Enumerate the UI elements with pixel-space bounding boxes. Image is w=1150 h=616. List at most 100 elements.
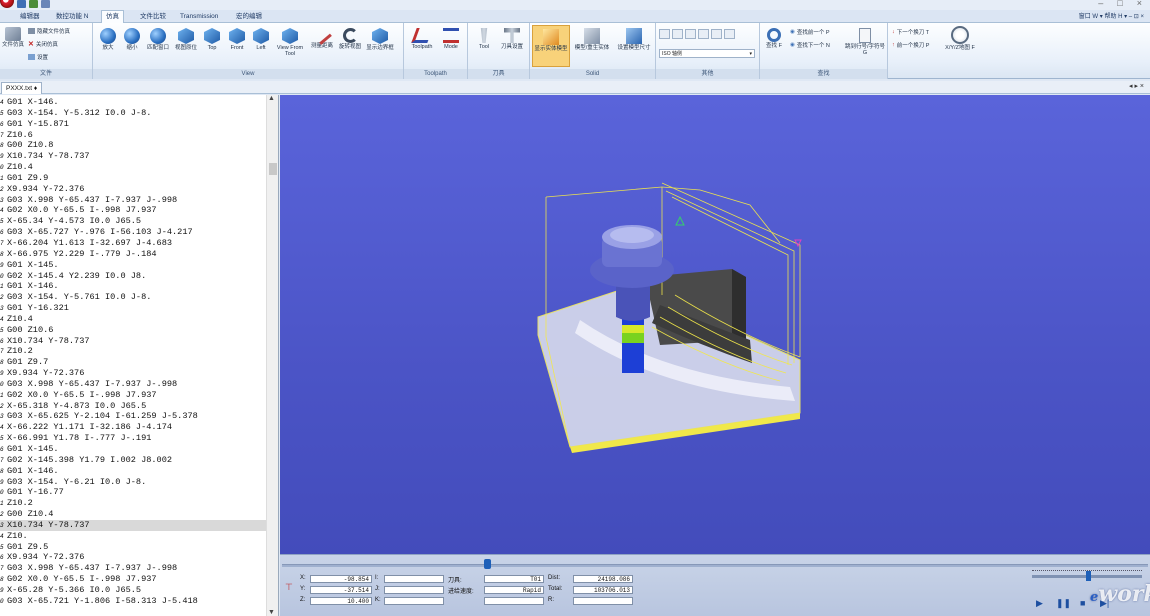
code-line[interactable]: 7 Z10.2: [0, 346, 266, 357]
view-left-button[interactable]: Left: [251, 28, 271, 51]
close-simulation-button[interactable]: ✕ 关闭仿真: [28, 40, 58, 48]
code-line[interactable]: 9 X9.934 Y-72.376: [0, 368, 266, 379]
measure-distance-button[interactable]: 测量距离: [309, 25, 335, 49]
code-line[interactable]: 5 X-65.34 Y-4.573 I0.0 J65.5: [0, 216, 266, 227]
code-line[interactable]: 6 X10.734 Y-78.737: [0, 336, 266, 347]
code-line[interactable]: 8 G00 Z10.8: [0, 140, 266, 151]
reset-view-button[interactable]: 视图原位: [173, 28, 199, 51]
code-line[interactable]: 5 X-66.991 Y1.78 I-.777 J-.191: [0, 433, 266, 444]
find-next-button[interactable]: ◉ 查找下一个 N: [790, 41, 830, 49]
code-line[interactable]: 4 X-66.222 Y1.171 I-32.186 J-4.174: [0, 422, 266, 433]
code-line[interactable]: 4 G01 X-146.: [0, 97, 266, 108]
scrollbar-thumb[interactable]: [269, 163, 277, 175]
simulation-progress-thumb[interactable]: [484, 559, 491, 569]
code-line[interactable]: 0 G01 Y-16.77: [0, 487, 266, 498]
code-line[interactable]: 1 G01 Z9.9: [0, 173, 266, 184]
code-line[interactable]: 3 G03 X-65.625 Y-2.104 I-61.259 J-5.378: [0, 411, 266, 422]
toggle-2-icon[interactable]: [672, 29, 683, 39]
code-line[interactable]: 9 X10.734 Y-78.737: [0, 151, 266, 162]
code-line[interactable]: 8 G02 X0.0 Y-65.5 I-.998 J7.937: [0, 574, 266, 585]
code-line[interactable]: 8 X-66.975 Y2.229 I-.779 J-.184: [0, 249, 266, 260]
code-line[interactable]: 2 G03 X-154. Y-5.761 I0.0 J-8.: [0, 292, 266, 303]
fit-window-button[interactable]: 匹配窗口: [145, 28, 171, 51]
settings-button[interactable]: 设置: [28, 53, 48, 61]
code-line[interactable]: 0 G03 X.998 Y-65.437 I-7.937 J-.998: [0, 379, 266, 390]
code-line[interactable]: 6 G01 Y-15.871: [0, 119, 266, 130]
code-line[interactable]: 0 Z10.4: [0, 162, 266, 173]
code-line[interactable]: 2 G00 Z10.4: [0, 509, 266, 520]
code-line[interactable]: 3 G03 X.998 Y-65.437 I-7.937 J-.998: [0, 195, 266, 206]
maximize-button[interactable]: □: [1117, 0, 1122, 8]
close-button[interactable]: ×: [1137, 0, 1142, 8]
show-solid-model-button[interactable]: 显示实体模型: [532, 25, 570, 67]
tab-controls[interactable]: ◂ ▸ ×: [1129, 82, 1144, 90]
pin-icon[interactable]: ♦: [34, 85, 37, 92]
show-bounding-box-button[interactable]: 显示边界框: [365, 28, 395, 51]
zoom-in-button[interactable]: 放大: [97, 28, 119, 51]
xyz-map-button[interactable]: X/Y/Z地图 F: [944, 26, 976, 51]
toggle-3-icon[interactable]: [685, 29, 696, 39]
scroll-up-icon[interactable]: ▲: [268, 95, 275, 102]
code-line[interactable]: 5 G00 Z10.6: [0, 325, 266, 336]
code-line[interactable]: 6 X9.934 Y-72.376: [0, 552, 266, 563]
pause-icon[interactable]: ❚❚: [1056, 598, 1071, 609]
view-front-button[interactable]: Front: [225, 28, 249, 51]
code-line[interactable]: 3 X10.734 Y-78.737: [0, 519, 266, 531]
goto-line-button[interactable]: 跳到行号/字符号 G: [844, 28, 886, 56]
code-line[interactable]: 1 Z10.2: [0, 498, 266, 509]
next-tool-change-button[interactable]: ↓ 下一个换刀 T: [892, 28, 929, 36]
toggle-1-icon[interactable]: [659, 29, 670, 39]
tab-editor[interactable]: 编辑器: [16, 11, 44, 23]
model-size-button[interactable]: 设置模型尺寸: [614, 28, 654, 51]
code-line[interactable]: 6 G01 X-145.: [0, 444, 266, 455]
code-line[interactable]: 5 G03 X-154. Y-5.312 I0.0 J-8.: [0, 108, 266, 119]
tool-settings-button[interactable]: 刀具设置: [498, 28, 526, 50]
code-line[interactable]: 8 G01 X-146.: [0, 466, 266, 477]
save-icon[interactable]: [17, 0, 26, 8]
play-icon[interactable]: ▶: [1036, 598, 1043, 609]
help-menu[interactable]: 窗口 W ▾ 帮助 H ▾ – ⊡ ×: [1079, 11, 1144, 20]
code-line[interactable]: 9 X-65.28 Y-5.366 I0.0 J65.5: [0, 585, 266, 596]
code-line[interactable]: 2 X-65.318 Y-4.873 I0.0 J65.5: [0, 401, 266, 412]
tab-nc-functions[interactable]: 数控功能 N: [52, 11, 93, 23]
code-line[interactable]: 0 G02 X-145.4 Y2.239 I0.0 J8.: [0, 271, 266, 282]
minimize-button[interactable]: –: [1098, 0, 1103, 8]
find-button[interactable]: 查找 F: [764, 28, 784, 49]
code-line[interactable]: 4 Z10.4: [0, 314, 266, 325]
toolpath-button[interactable]: Toolpath: [408, 28, 436, 50]
code-line[interactable]: 2 X9.934 Y-72.376: [0, 184, 266, 195]
tool-button[interactable]: Tool: [472, 28, 496, 50]
prev-tool-change-button[interactable]: ↑ 前一个换刀 P: [892, 41, 929, 49]
simulation-progress-track[interactable]: [282, 564, 1148, 567]
toggle-6-icon[interactable]: [724, 29, 735, 39]
view-top-button[interactable]: Top: [201, 28, 223, 51]
app-menu-button[interactable]: [0, 0, 14, 8]
redo-icon[interactable]: [41, 0, 50, 8]
code-line[interactable]: 1 G01 X-146.: [0, 281, 266, 292]
stop-icon[interactable]: ■: [1080, 598, 1085, 608]
code-line[interactable]: 7 G02 X-145.398 Y1.79 I.002 J8.002: [0, 455, 266, 466]
hide-simulation-button[interactable]: 隐藏文件仿真: [28, 27, 70, 35]
tab-macro-edit[interactable]: 宏的编辑: [232, 11, 266, 23]
scroll-down-icon[interactable]: ▼: [268, 609, 275, 616]
code-line[interactable]: 7 X-66.204 Y1.613 I-32.697 J-4.683: [0, 238, 266, 249]
zoom-out-button[interactable]: 缩小: [121, 28, 143, 51]
code-line[interactable]: 1 G02 X0.0 Y-65.5 I-.998 J7.937: [0, 390, 266, 401]
code-line[interactable]: 6 G03 X-65.727 Y-.976 I-56.103 J-4.217: [0, 227, 266, 238]
rotate-view-button[interactable]: 旋转视图: [337, 28, 363, 50]
code-line[interactable]: 4 G02 X0.0 Y-65.5 I-.998 J7.937: [0, 205, 266, 216]
tab-simulation[interactable]: 仿真: [101, 10, 124, 24]
toggle-5-icon[interactable]: [711, 29, 722, 39]
code-line[interactable]: 0 G03 X-65.721 Y-1.806 I-58.313 J-5.418: [0, 596, 266, 607]
view-orientation-dropdown[interactable]: ISO 轴侧 ▾: [659, 49, 755, 58]
code-line[interactable]: 8 G01 Z9.7: [0, 357, 266, 368]
code-line[interactable]: 9 G01 X-145.: [0, 260, 266, 271]
speed-slider-thumb[interactable]: [1086, 571, 1091, 581]
regenerate-solid-button[interactable]: 模型/重生实体: [572, 28, 612, 51]
editor-scrollbar[interactable]: ▲ ▼: [266, 95, 278, 616]
tab-transmission[interactable]: Transmission: [176, 11, 222, 23]
tab-file-compare[interactable]: 文件比较: [136, 11, 170, 23]
mode-button[interactable]: Mode: [438, 28, 464, 50]
code-line[interactable]: 9 G03 X-154. Y-6.21 I0.0 J-8.: [0, 477, 266, 488]
code-line[interactable]: 5 G01 Z9.5: [0, 542, 266, 553]
